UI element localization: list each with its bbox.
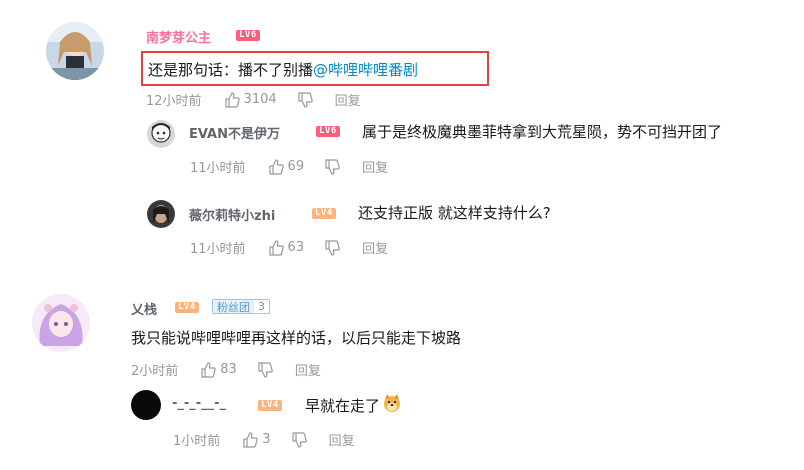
like-button[interactable]: 63	[268, 239, 305, 256]
reply-username[interactable]: EVAN不是伊万	[189, 123, 280, 142]
avatar[interactable]	[32, 294, 90, 352]
timestamp: 11小时前	[190, 161, 246, 176]
fan-medal-label: 粉丝团	[213, 300, 254, 314]
dislike-button[interactable]	[324, 239, 340, 256]
dislike-button[interactable]	[297, 91, 313, 108]
doge-emoji-icon	[382, 393, 402, 417]
like-count: 3104	[243, 92, 277, 107]
reply-meta: 1小时前 3 回复	[173, 430, 355, 449]
thumbs-down-icon	[325, 158, 340, 175]
thumbs-up-icon	[224, 91, 240, 108]
like-button[interactable]: 3104	[224, 91, 277, 108]
timestamp: 12小时前	[146, 94, 202, 109]
like-count: 83	[220, 362, 237, 377]
like-count: 63	[287, 240, 305, 255]
level-badge: LV4	[312, 208, 336, 219]
level-badge: LV4	[258, 400, 282, 411]
mention-link[interactable]: @哔哩哔哩番剧	[313, 61, 418, 79]
comment-text: 我只能说哔哩哔哩再这样的话，以后只能走下坡路	[131, 329, 462, 347]
reply-text: 属于是终极魔典墨菲特拿到大荒星陨，势不可挡开团了	[362, 123, 723, 141]
like-button[interactable]: 69	[268, 158, 305, 175]
timestamp: 2小时前	[131, 364, 179, 379]
reply-username[interactable]: 薇尔莉特小zhi	[189, 205, 275, 224]
avatar[interactable]	[46, 22, 104, 80]
fan-medal-badge[interactable]: 粉丝团 3	[212, 299, 270, 314]
reply-button[interactable]: 回复	[329, 430, 355, 449]
timestamp: 11小时前	[190, 242, 246, 257]
reply-button[interactable]: 回复	[362, 157, 388, 176]
thumbs-down-icon	[291, 431, 307, 448]
thumbs-down-icon	[258, 361, 273, 378]
comment-meta: 2小时前 83 回复	[131, 360, 321, 379]
username[interactable]: 南梦芽公主	[146, 27, 211, 46]
reply-text: 还支持正版 就这样支持什么?	[358, 204, 551, 222]
comment-meta: 12小时前 3104 回复	[146, 90, 361, 109]
thumbs-up-icon	[201, 361, 217, 378]
like-count: 69	[287, 159, 305, 174]
like-count: 3	[262, 432, 271, 447]
avatar[interactable]	[147, 200, 175, 228]
reply-meta: 11小时前 63 回复	[190, 238, 388, 257]
thumbs-up-icon	[268, 158, 284, 175]
level-badge: LV6	[236, 30, 260, 41]
dislike-button[interactable]	[291, 431, 307, 448]
dislike-button[interactable]	[324, 158, 340, 175]
reply-button[interactable]: 回复	[295, 360, 321, 379]
thumbs-down-icon	[298, 91, 313, 108]
username[interactable]: 乂栈	[131, 299, 157, 318]
thumbs-down-icon	[325, 239, 340, 256]
reply-text-body: 早就在走了	[305, 396, 381, 415]
reply-username[interactable]: -_-_-__-_	[172, 396, 226, 411]
reply-meta: 11小时前 69 回复	[190, 157, 388, 176]
reply-text: 早就在走了	[305, 393, 402, 417]
comment-text-body: 还是那句话：播不了别播	[148, 61, 314, 79]
level-badge: LV6	[316, 126, 340, 137]
timestamp: 1小时前	[173, 434, 221, 449]
comment-text: 还是那句话：播不了别播@哔哩哔哩番剧	[148, 59, 418, 80]
reply-button[interactable]: 回复	[362, 238, 388, 257]
like-button[interactable]: 3	[242, 431, 271, 448]
level-badge: LV4	[175, 302, 199, 313]
avatar[interactable]	[131, 390, 161, 420]
like-button[interactable]: 83	[200, 361, 237, 378]
fan-medal-level: 3	[258, 300, 265, 313]
thumbs-up-icon	[243, 431, 259, 448]
thumbs-up-icon	[268, 239, 284, 256]
avatar[interactable]	[147, 120, 175, 148]
dislike-button[interactable]	[257, 361, 273, 378]
reply-button[interactable]: 回复	[335, 90, 361, 109]
